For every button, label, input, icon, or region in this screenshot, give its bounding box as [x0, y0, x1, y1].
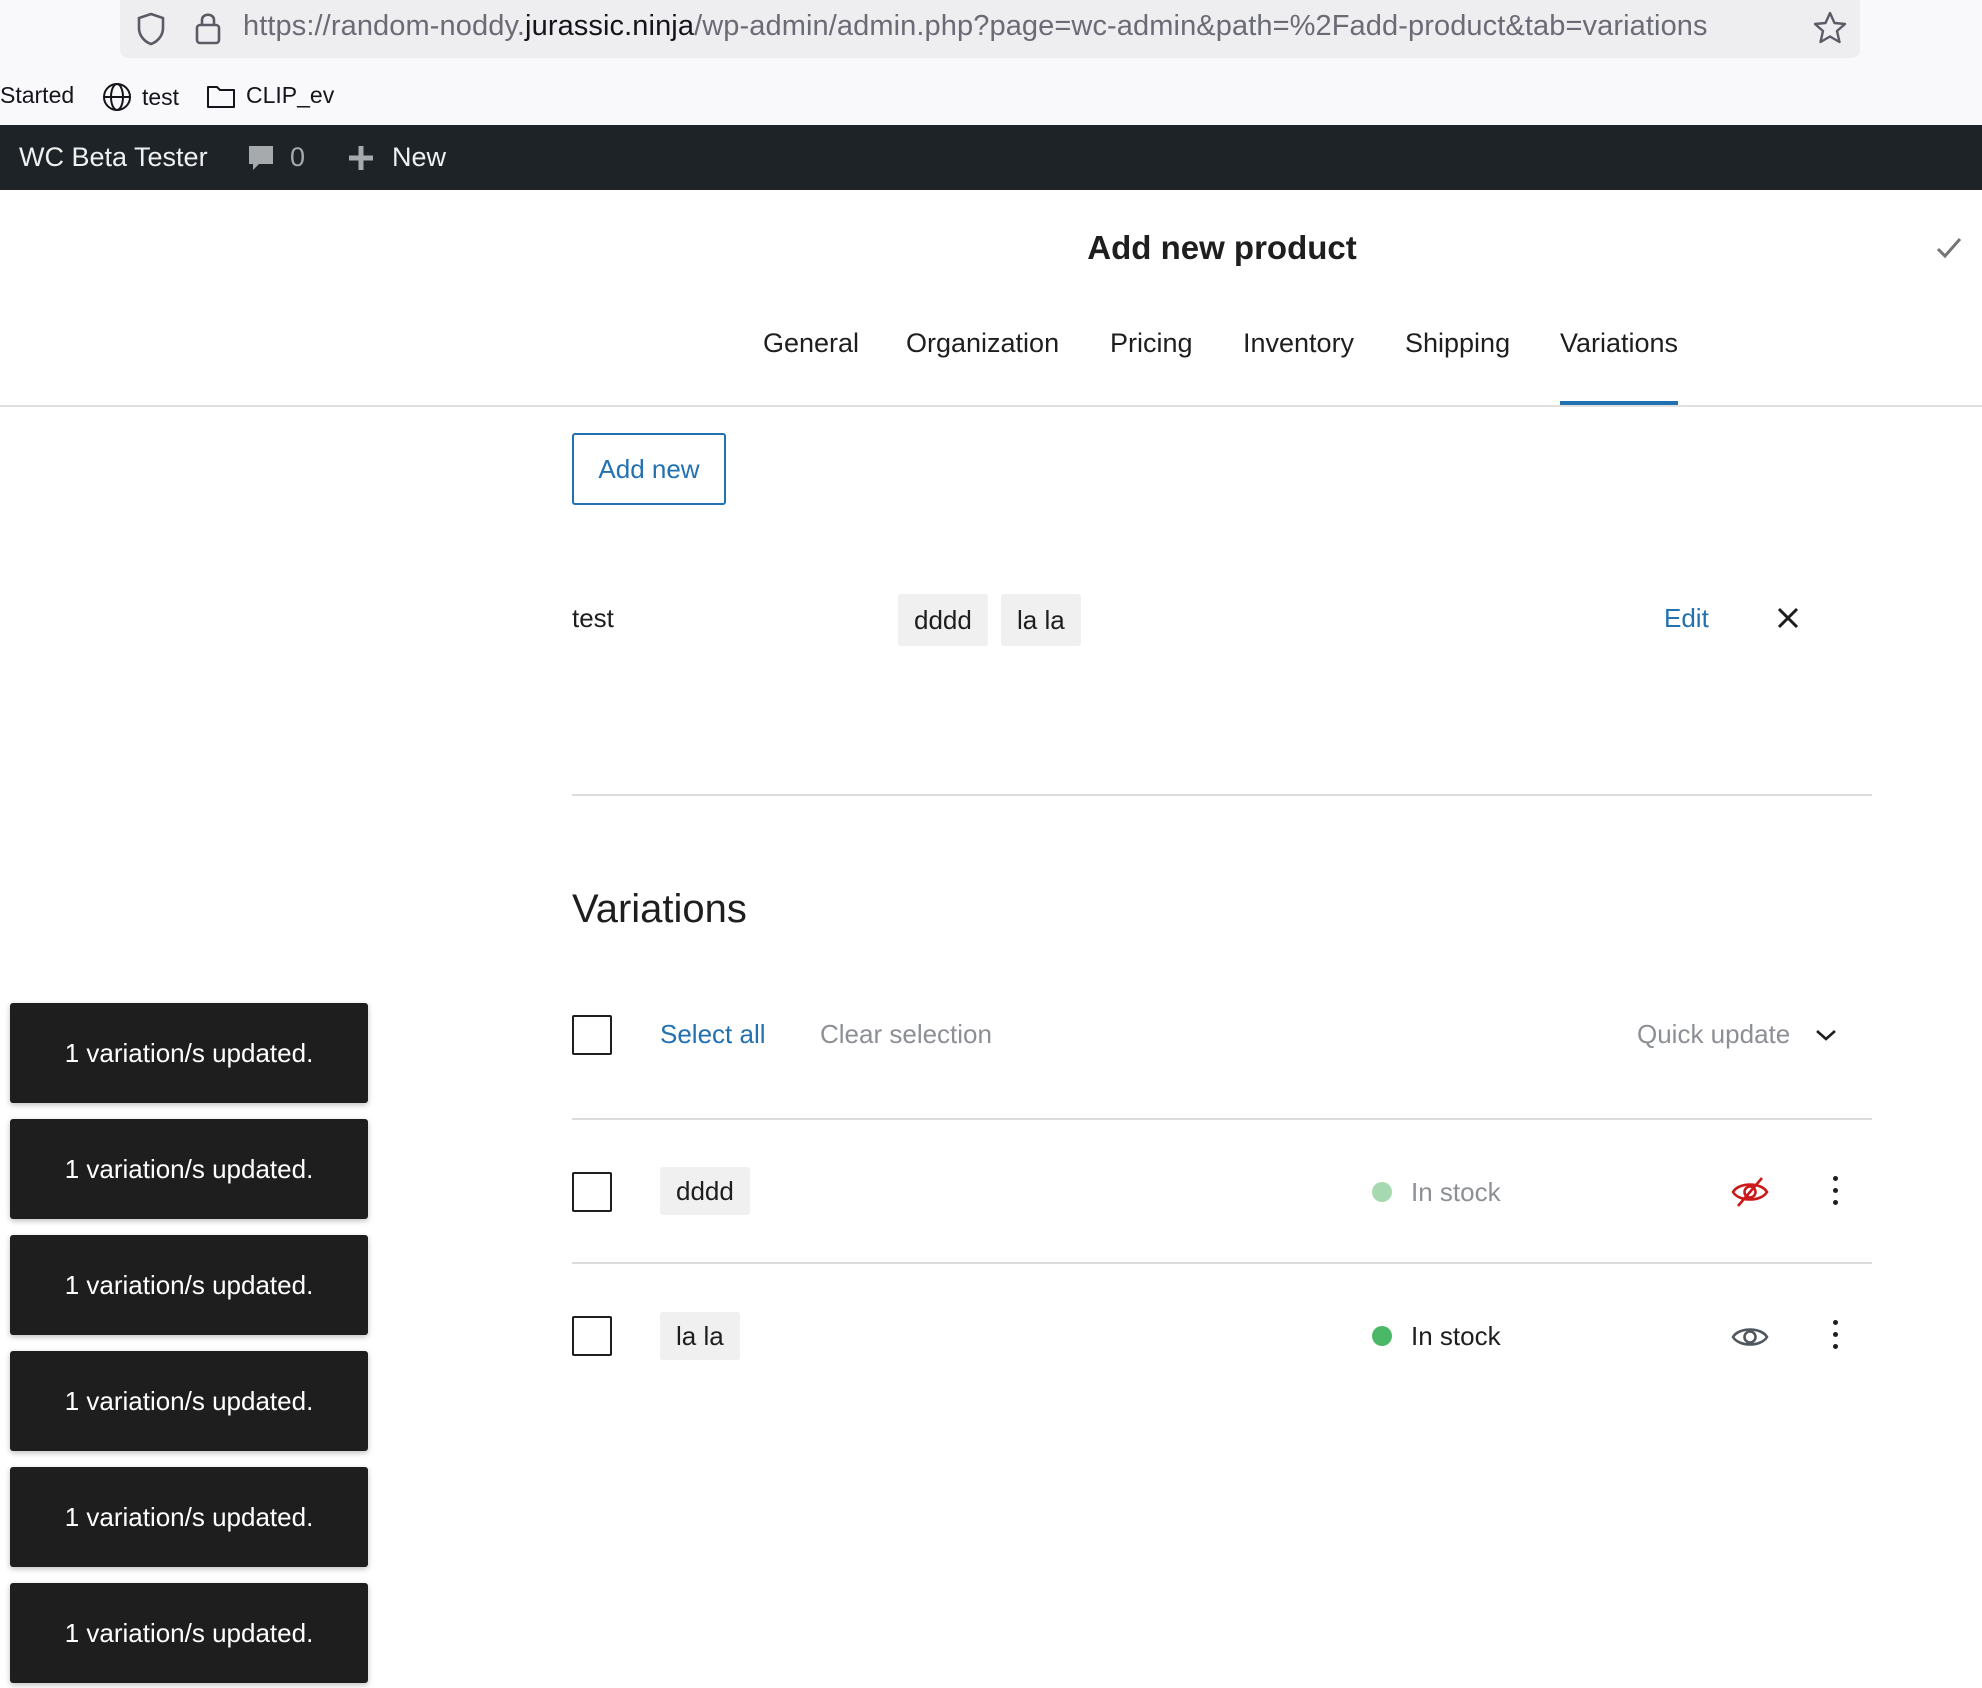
quick-update-dropdown[interactable]: Quick update: [1637, 1019, 1838, 1050]
quick-update-label: Quick update: [1637, 1019, 1791, 1049]
snackbar-notice[interactable]: 1 variation/s updated.: [10, 1235, 368, 1335]
tab-pricing[interactable]: Pricing: [1110, 320, 1193, 406]
new-content-link[interactable]: New: [346, 125, 446, 190]
comment-icon: [249, 145, 273, 170]
new-label: New: [392, 142, 447, 172]
check-icon: [1936, 238, 1962, 259]
variations-heading: Variations: [572, 887, 747, 931]
snackbar-notice[interactable]: 1 variation/s updated.: [10, 1119, 368, 1219]
snackbar-notice[interactable]: 1 variation/s updated.: [10, 1003, 368, 1103]
variation-checkbox[interactable]: [572, 1316, 612, 1356]
globe-icon: [103, 83, 131, 111]
attribute-name: test: [572, 603, 614, 633]
url-prefix: https://random-noddy.: [243, 10, 526, 42]
browser-toolbar: https://random-noddy.jurassic.ninja/wp-a…: [0, 0, 1982, 125]
url-path: /wp-admin/admin.php?page=wc-admin&path=%…: [694, 10, 1708, 42]
variation-checkbox[interactable]: [572, 1172, 612, 1212]
list-divider: [572, 1262, 1872, 1264]
bookmark-test[interactable]: test: [102, 82, 179, 112]
url-domain: jurassic.ninja: [525, 10, 695, 42]
edit-attribute-button[interactable]: Edit: [1664, 603, 1709, 634]
attribute-value-chip: la la: [1001, 594, 1081, 646]
more-options-icon[interactable]: [1833, 1176, 1839, 1212]
chevron-down-icon: [1816, 1029, 1837, 1041]
tab-inventory[interactable]: Inventory: [1243, 320, 1354, 406]
wp-admin-bar: WC Beta Tester 0 New: [0, 125, 1982, 190]
eye-hidden-icon[interactable]: [1730, 1174, 1770, 1210]
tab-shipping[interactable]: Shipping: [1405, 320, 1510, 406]
tab-general[interactable]: General: [763, 320, 859, 406]
bookmark-label: CLIP_ev: [246, 82, 335, 108]
product-tabs: General Organization Pricing Inventory S…: [0, 320, 1982, 406]
snackbar-notice[interactable]: 1 variation/s updated.: [10, 1583, 368, 1683]
variation-option-chip: la la: [660, 1312, 740, 1360]
comments-link[interactable]: 0: [246, 125, 305, 190]
snackbar-notice[interactable]: 1 variation/s updated.: [10, 1467, 368, 1567]
tab-variations[interactable]: Variations: [1560, 320, 1679, 406]
bookmark-clip-ev[interactable]: CLIP_ev: [206, 82, 334, 109]
stock-status: In stock: [1411, 1321, 1501, 1351]
page-title: Add new product: [1087, 229, 1357, 266]
shield-icon[interactable]: [136, 12, 166, 46]
eye-icon[interactable]: [1730, 1320, 1770, 1354]
clear-selection-button[interactable]: Clear selection: [820, 1019, 992, 1050]
header-divider: [0, 405, 1982, 407]
url-text[interactable]: https://random-noddy.jurassic.ninja/wp-a…: [243, 10, 1708, 43]
site-name-link[interactable]: WC Beta Tester: [19, 125, 208, 190]
stock-status-dot: [1372, 1326, 1392, 1346]
more-options-icon[interactable]: [1833, 1320, 1839, 1356]
snackbar-notice[interactable]: 1 variation/s updated.: [10, 1351, 368, 1451]
attribute-value-chip: dddd: [898, 594, 988, 646]
site-name: WC Beta Tester: [19, 142, 208, 172]
select-all-button[interactable]: Select all: [660, 1019, 766, 1050]
plus-icon: [349, 145, 373, 170]
select-all-checkbox[interactable]: [572, 1015, 612, 1055]
bookmark-label: test: [142, 83, 180, 110]
bookmark-star-icon[interactable]: [1812, 10, 1848, 46]
stock-status: In stock: [1411, 1177, 1501, 1207]
close-icon[interactable]: [1776, 603, 1800, 633]
tab-organization[interactable]: Organization: [906, 320, 1059, 406]
stock-status-dot: [1372, 1182, 1392, 1202]
list-divider: [572, 1118, 1872, 1120]
add-new-attribute-button[interactable]: Add new: [572, 433, 726, 505]
bookmark-started[interactable]: Started: [0, 82, 74, 109]
folder-icon: [207, 85, 235, 108]
bookmark-label: Started: [0, 82, 75, 108]
section-divider: [572, 794, 1872, 796]
variation-option-chip: dddd: [660, 1167, 750, 1215]
comments-count: 0: [290, 142, 306, 172]
lock-icon[interactable]: [194, 10, 222, 46]
